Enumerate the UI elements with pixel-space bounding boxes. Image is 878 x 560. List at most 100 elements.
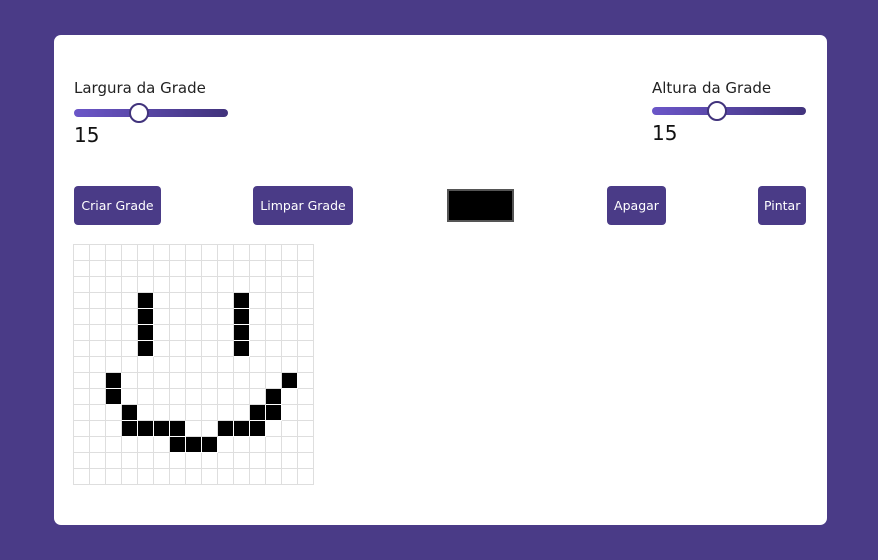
grid-cell[interactable]	[122, 469, 138, 485]
grid-cell[interactable]	[266, 261, 282, 277]
grid-cell[interactable]	[74, 469, 90, 485]
grid-cell[interactable]	[170, 469, 186, 485]
grid-cell[interactable]	[106, 261, 122, 277]
grid-cell[interactable]	[74, 421, 90, 437]
grid-cell[interactable]	[218, 437, 234, 453]
grid-cell[interactable]	[282, 469, 298, 485]
grid-cell[interactable]	[122, 325, 138, 341]
erase-button[interactable]: Apagar	[607, 186, 666, 225]
grid-cell[interactable]	[154, 421, 170, 437]
grid-cell[interactable]	[234, 309, 250, 325]
grid-cell[interactable]	[106, 325, 122, 341]
grid-cell[interactable]	[250, 245, 266, 261]
grid-cell[interactable]	[282, 293, 298, 309]
grid-cell[interactable]	[202, 373, 218, 389]
grid-cell[interactable]	[282, 309, 298, 325]
grid-cell[interactable]	[298, 453, 314, 469]
grid-cell[interactable]	[202, 405, 218, 421]
grid-cell[interactable]	[202, 293, 218, 309]
grid-cell[interactable]	[138, 245, 154, 261]
grid-cell[interactable]	[234, 389, 250, 405]
grid-cell[interactable]	[170, 245, 186, 261]
grid-cell[interactable]	[106, 277, 122, 293]
grid-cell[interactable]	[266, 373, 282, 389]
grid-cell[interactable]	[90, 357, 106, 373]
grid-cell[interactable]	[282, 437, 298, 453]
grid-cell[interactable]	[154, 341, 170, 357]
grid-cell[interactable]	[90, 341, 106, 357]
grid-cell[interactable]	[170, 277, 186, 293]
grid-cell[interactable]	[250, 469, 266, 485]
grid-cell[interactable]	[122, 389, 138, 405]
create-grid-button[interactable]: Criar Grade	[74, 186, 161, 225]
grid-cell[interactable]	[170, 357, 186, 373]
grid-cell[interactable]	[138, 421, 154, 437]
grid-cell[interactable]	[154, 245, 170, 261]
grid-cell[interactable]	[90, 293, 106, 309]
grid-cell[interactable]	[266, 469, 282, 485]
grid-cell[interactable]	[122, 309, 138, 325]
grid-cell[interactable]	[218, 277, 234, 293]
grid-cell[interactable]	[282, 325, 298, 341]
grid-cell[interactable]	[298, 309, 314, 325]
grid-cell[interactable]	[186, 261, 202, 277]
grid-cell[interactable]	[234, 405, 250, 421]
grid-cell[interactable]	[266, 453, 282, 469]
grid-cell[interactable]	[266, 245, 282, 261]
grid-cell[interactable]	[202, 261, 218, 277]
grid-cell[interactable]	[90, 469, 106, 485]
grid-cell[interactable]	[74, 389, 90, 405]
grid-cell[interactable]	[90, 389, 106, 405]
grid-cell[interactable]	[218, 325, 234, 341]
grid-cell[interactable]	[122, 277, 138, 293]
grid-cell[interactable]	[282, 405, 298, 421]
grid-cell[interactable]	[186, 357, 202, 373]
grid-cell[interactable]	[170, 405, 186, 421]
grid-cell[interactable]	[186, 277, 202, 293]
grid-cell[interactable]	[266, 293, 282, 309]
grid-cell[interactable]	[202, 421, 218, 437]
grid-cell[interactable]	[202, 245, 218, 261]
grid-cell[interactable]	[154, 453, 170, 469]
grid-cell[interactable]	[138, 389, 154, 405]
grid-cell[interactable]	[138, 437, 154, 453]
grid-cell[interactable]	[90, 309, 106, 325]
grid-cell[interactable]	[154, 469, 170, 485]
grid-cell[interactable]	[298, 261, 314, 277]
grid-cell[interactable]	[138, 357, 154, 373]
grid-cell[interactable]	[234, 293, 250, 309]
grid-cell[interactable]	[122, 341, 138, 357]
grid-cell[interactable]	[234, 357, 250, 373]
grid-height-slider[interactable]	[652, 101, 806, 121]
grid-cell[interactable]	[218, 373, 234, 389]
grid-cell[interactable]	[90, 421, 106, 437]
grid-cell[interactable]	[298, 341, 314, 357]
paint-button[interactable]: Pintar	[758, 186, 806, 225]
grid-cell[interactable]	[170, 373, 186, 389]
grid-cell[interactable]	[266, 357, 282, 373]
grid-cell[interactable]	[90, 373, 106, 389]
grid-cell[interactable]	[218, 261, 234, 277]
grid-cell[interactable]	[106, 373, 122, 389]
grid-cell[interactable]	[234, 421, 250, 437]
grid-cell[interactable]	[218, 389, 234, 405]
grid-cell[interactable]	[154, 325, 170, 341]
grid-cell[interactable]	[122, 421, 138, 437]
grid-cell[interactable]	[74, 293, 90, 309]
grid-cell[interactable]	[138, 405, 154, 421]
grid-cell[interactable]	[138, 261, 154, 277]
grid-cell[interactable]	[122, 373, 138, 389]
grid-cell[interactable]	[202, 277, 218, 293]
grid-cell[interactable]	[74, 245, 90, 261]
grid-cell[interactable]	[122, 357, 138, 373]
grid-cell[interactable]	[202, 309, 218, 325]
grid-cell[interactable]	[74, 309, 90, 325]
grid-width-slider[interactable]	[74, 103, 228, 123]
grid-cell[interactable]	[170, 341, 186, 357]
grid-cell[interactable]	[170, 437, 186, 453]
grid-cell[interactable]	[106, 357, 122, 373]
grid-cell[interactable]	[106, 309, 122, 325]
grid-cell[interactable]	[298, 469, 314, 485]
grid-cell[interactable]	[218, 469, 234, 485]
grid-cell[interactable]	[218, 357, 234, 373]
